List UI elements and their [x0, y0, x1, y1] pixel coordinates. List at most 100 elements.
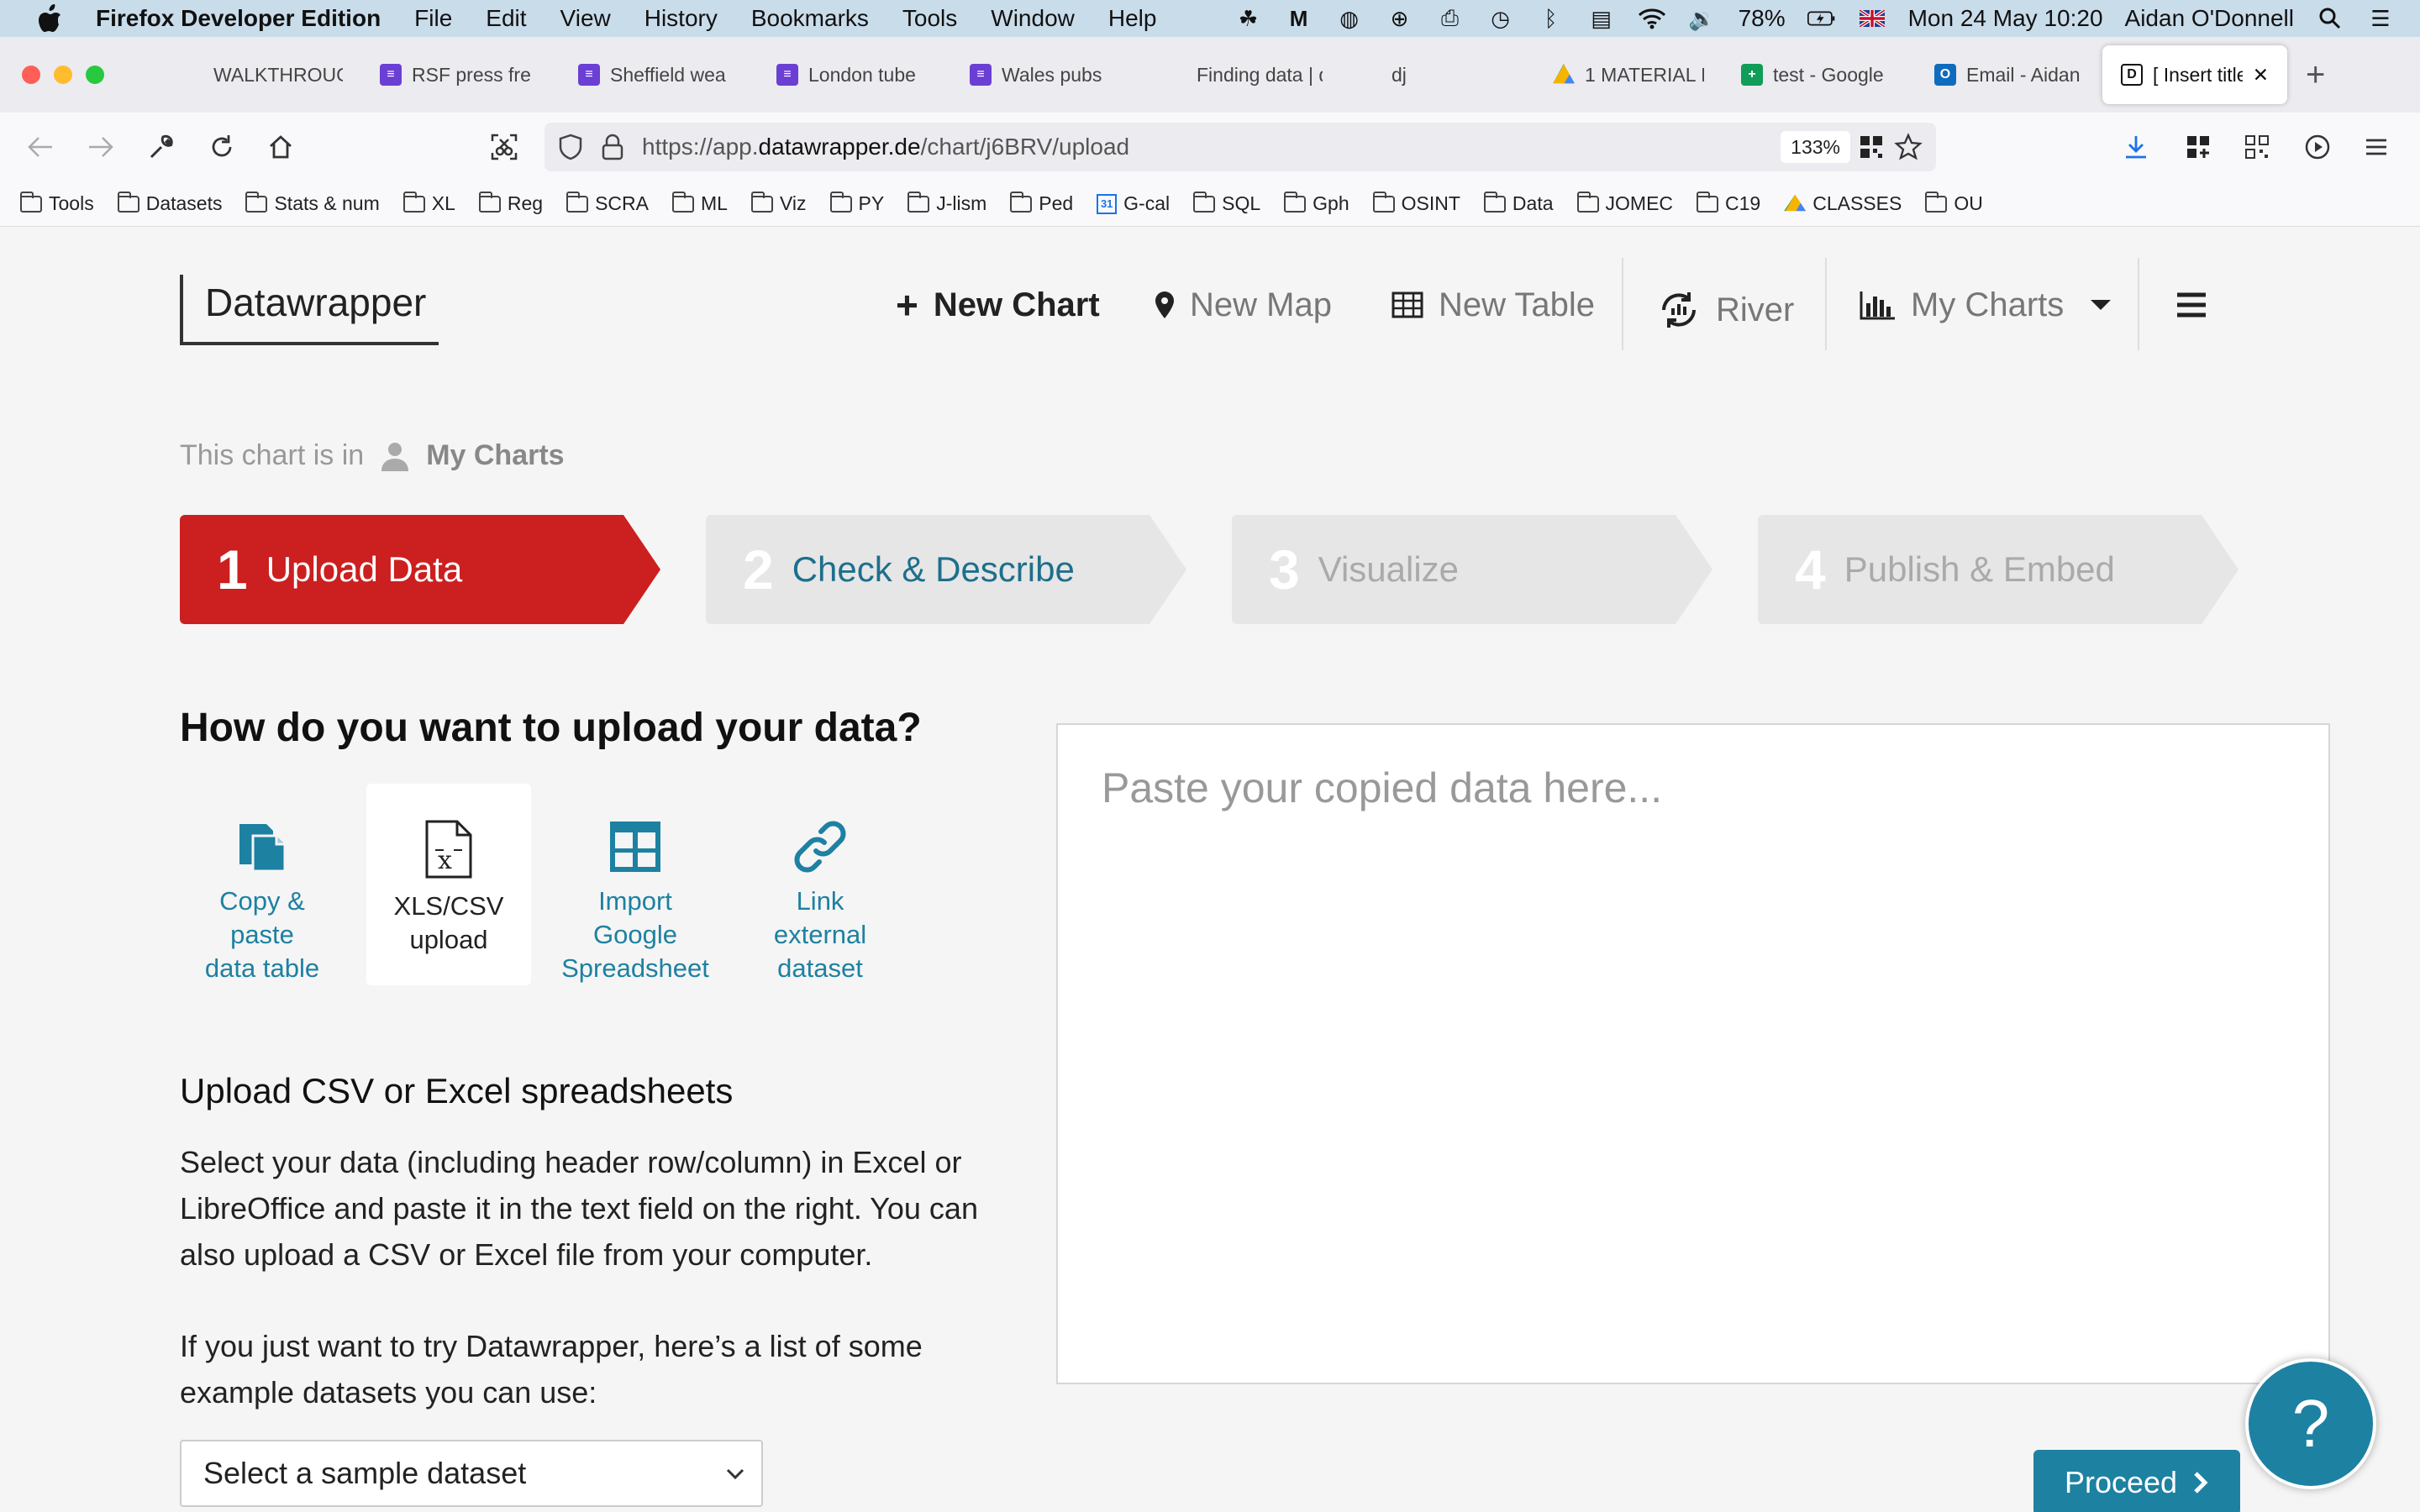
- browser-tab[interactable]: + test - Google: [1723, 45, 1916, 104]
- bookmark-item[interactable]: XL: [402, 191, 455, 215]
- tracking-protection-shield-icon[interactable]: [558, 134, 583, 160]
- menu-tools[interactable]: Tools: [902, 5, 957, 32]
- back-icon[interactable]: [22, 129, 59, 165]
- url-bar[interactable]: https://app.datawrapper.de/chart/j6BRV/u…: [544, 123, 1936, 171]
- bookmark-star-icon[interactable]: [1894, 133, 1923, 161]
- zoom-level-badge[interactable]: 133%: [1781, 131, 1850, 163]
- browser-tab[interactable]: ≡ London tube: [758, 45, 951, 104]
- browser-tab[interactable]: dj: [1341, 45, 1534, 104]
- downloads-icon[interactable]: [2118, 129, 2154, 165]
- malwarebytes-icon[interactable]: M: [1285, 4, 1313, 33]
- volume-icon[interactable]: 🔉: [1688, 4, 1717, 33]
- bookmark-item[interactable]: CLASSES: [1784, 192, 1902, 215]
- forward-icon[interactable]: [82, 129, 119, 165]
- browser-tab[interactable]: D [ Insert title ✕: [2102, 45, 2287, 104]
- control-center-icon[interactable]: ☰: [2366, 4, 2395, 33]
- battery-icon[interactable]: [1807, 4, 1836, 33]
- bookmark-item[interactable]: Ped: [1010, 191, 1073, 215]
- browser-tab[interactable]: ≡ Wales pubs: [951, 45, 1146, 104]
- step-visualize[interactable]: 3 Visualize: [1232, 515, 1712, 624]
- wifi-icon[interactable]: [1638, 4, 1666, 33]
- browser-tab[interactable]: O Email - Aidan: [1916, 45, 2102, 104]
- browser-tab[interactable]: WALKTHROUGH:: [163, 45, 361, 104]
- browser-tab[interactable]: ≡ Sheffield wea: [560, 45, 758, 104]
- zoom-window-button[interactable]: [86, 66, 104, 84]
- browser-tab[interactable]: 1 MATERIAL II: [1534, 45, 1723, 104]
- clock[interactable]: Mon 24 May 10:20: [1908, 5, 2103, 32]
- bookmark-item[interactable]: Datasets: [117, 191, 222, 215]
- sample-dataset-select[interactable]: Select a sample dataset: [180, 1440, 763, 1507]
- method-link-external-dataset[interactable]: Link external dataset: [738, 784, 902, 985]
- close-window-button[interactable]: [22, 66, 40, 84]
- bookmark-item[interactable]: SCRA: [566, 191, 649, 215]
- wrench-icon[interactable]: [143, 129, 180, 165]
- nav-my-charts-dropdown[interactable]: My Charts: [1859, 271, 2112, 339]
- user-name[interactable]: Aidan O'Donnell: [2125, 5, 2294, 32]
- menu-history[interactable]: History: [644, 5, 718, 32]
- reload-icon[interactable]: [203, 129, 240, 165]
- bookmark-item[interactable]: Reg: [478, 191, 543, 215]
- menu-bookmarks[interactable]: Bookmarks: [751, 5, 869, 32]
- menu-view[interactable]: View: [560, 5, 611, 32]
- media-play-icon[interactable]: [2299, 129, 2336, 165]
- bookmark-item[interactable]: OU: [1925, 191, 1983, 215]
- accessibility-icon[interactable]: ⊕: [1386, 4, 1414, 33]
- qr-grid-icon[interactable]: [1859, 134, 1884, 160]
- method-google-spreadsheet[interactable]: Import Google Spreadsheet: [553, 784, 718, 985]
- spotlight-search-icon[interactable]: [2316, 4, 2344, 33]
- nav-river[interactable]: River: [1657, 276, 1794, 344]
- time-machine-icon[interactable]: ◷: [1486, 4, 1515, 33]
- proceed-button[interactable]: Proceed: [2033, 1450, 2240, 1512]
- step-check-describe[interactable]: 2 Check & Describe: [706, 515, 1186, 624]
- paste-data-textarea[interactable]: Paste your copied data here...: [1056, 723, 2330, 1384]
- method-xls-csv-upload[interactable]: x XLS/CSV upload: [366, 784, 531, 985]
- qr-code-icon[interactable]: [2238, 129, 2275, 165]
- bookmark-item[interactable]: PY: [829, 191, 884, 215]
- url-text[interactable]: https://app.datawrapper.de/chart/j6BRV/u…: [642, 134, 1129, 160]
- bookmark-item[interactable]: OSINT: [1372, 191, 1460, 215]
- apple-icon[interactable]: [34, 2, 67, 35]
- bookmark-item[interactable]: Tools: [20, 191, 94, 215]
- menu-edit[interactable]: Edit: [486, 5, 526, 32]
- hamburger-menu-icon[interactable]: [2175, 271, 2208, 339]
- step-upload-data[interactable]: 1 Upload Data: [180, 515, 660, 624]
- close-tab-icon[interactable]: ✕: [2253, 64, 2269, 87]
- step-publish-embed[interactable]: 4 Publish & Embed: [1758, 515, 2238, 624]
- bookmark-item[interactable]: J-lism: [908, 191, 986, 215]
- bookmark-item[interactable]: SQL: [1193, 191, 1260, 215]
- bookmark-item[interactable]: C19: [1697, 191, 1760, 215]
- menu-file[interactable]: File: [414, 5, 452, 32]
- method-copy-paste[interactable]: Copy & paste data table: [180, 784, 345, 985]
- globe-icon[interactable]: ◍: [1335, 4, 1364, 33]
- bookmark-item[interactable]: Stats & num: [245, 191, 380, 215]
- help-button[interactable]: ?: [2245, 1358, 2376, 1489]
- memory-icon[interactable]: ▤: [1587, 4, 1616, 33]
- breadcrumb-folder-link[interactable]: My Charts: [426, 439, 564, 472]
- uk-flag-icon[interactable]: [1858, 4, 1886, 33]
- menu-help[interactable]: Help: [1108, 5, 1157, 32]
- lock-icon[interactable]: [602, 134, 623, 160]
- nav-new-map[interactable]: New Map: [1155, 271, 1332, 339]
- nav-new-chart[interactable]: + New Chart: [896, 271, 1100, 339]
- browser-tab[interactable]: Finding data | dj: [1146, 45, 1341, 104]
- extensions-grid-icon[interactable]: [2180, 129, 2217, 165]
- bookmark-item[interactable]: JOMEC: [1576, 191, 1673, 215]
- new-tab-button[interactable]: +: [2306, 56, 2325, 94]
- printer-icon[interactable]: ⎙: [1436, 4, 1465, 33]
- screenshot-icon[interactable]: [486, 129, 523, 165]
- app-menu-icon[interactable]: [2358, 129, 2395, 165]
- bluetooth-icon[interactable]: ᛒ: [1537, 4, 1565, 33]
- datawrapper-logo[interactable]: Datawrapper: [180, 275, 439, 345]
- bookmark-item[interactable]: Viz: [750, 191, 807, 215]
- bookmark-item[interactable]: ML: [672, 191, 728, 215]
- bookmark-item[interactable]: Gph: [1284, 191, 1349, 215]
- home-icon[interactable]: [262, 129, 299, 165]
- nav-new-table[interactable]: New Table: [1392, 271, 1595, 339]
- bookmark-item[interactable]: 31 G-cal: [1097, 192, 1170, 215]
- menu-window[interactable]: Window: [991, 5, 1075, 32]
- browser-tab[interactable]: ≡ RSF press fre: [361, 45, 560, 104]
- minimize-window-button[interactable]: [54, 66, 72, 84]
- leaf-icon[interactable]: ☘: [1234, 4, 1263, 33]
- bookmark-item[interactable]: Data: [1483, 191, 1554, 215]
- app-name-menu[interactable]: Firefox Developer Edition: [96, 5, 381, 32]
